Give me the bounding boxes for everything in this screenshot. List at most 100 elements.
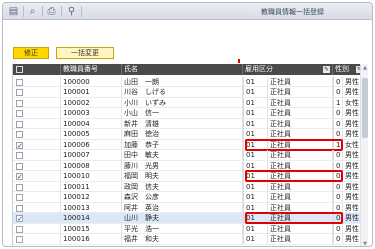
name-cell: 加藤 恭子 bbox=[122, 139, 243, 150]
sex-code-cell[interactable]: 0 bbox=[333, 160, 343, 171]
row-checkbox[interactable]: ✓ bbox=[16, 141, 23, 149]
row-check-cell bbox=[13, 108, 61, 118]
edit-button[interactable]: 修正 bbox=[13, 47, 49, 59]
table-row[interactable]: 100002 小川 いずみ 01 正社員 1 女性 bbox=[13, 97, 364, 108]
row-checkbox[interactable]: ✓ bbox=[16, 173, 23, 181]
sex-code-cell[interactable]: 0 bbox=[333, 129, 343, 139]
name-cell: 川谷 しげる bbox=[122, 87, 243, 97]
vertical-scrollbar[interactable]: ▲ ▼ bbox=[360, 64, 369, 246]
employment-code-cell[interactable]: 01 bbox=[243, 234, 268, 244]
header-check-cell bbox=[13, 64, 61, 75]
staff-no-cell: 100010 bbox=[61, 171, 122, 181]
staff-no-cell: 100000 bbox=[61, 76, 122, 87]
scroll-up-icon[interactable]: ▲ bbox=[361, 64, 369, 72]
scroll-thumb[interactable] bbox=[362, 78, 368, 138]
row-checkbox[interactable]: ✓ bbox=[16, 215, 23, 223]
row-checkbox[interactable] bbox=[16, 225, 23, 233]
name-cell: 麻田 徳治 bbox=[122, 129, 243, 139]
staff-no-cell: 100004 bbox=[61, 118, 122, 129]
table-row[interactable]: 100012 森沢 公彦 01 正社員 0 男性 bbox=[13, 192, 364, 203]
staff-no-cell: 100015 bbox=[61, 223, 122, 234]
staff-no-cell: 100014 bbox=[61, 213, 122, 223]
staff-no-cell: 100011 bbox=[61, 181, 122, 192]
row-checkbox[interactable] bbox=[16, 236, 23, 243]
row-checkbox[interactable] bbox=[16, 99, 23, 107]
position-marker bbox=[238, 59, 240, 63]
sex-code-cell[interactable]: 0 bbox=[333, 192, 343, 202]
name-cell: 森沢 公彦 bbox=[122, 192, 243, 202]
staff-no-cell: 100012 bbox=[61, 192, 122, 202]
table-row[interactable]: 100007 田中 敏夫 01 正社員 0 男性 bbox=[13, 150, 364, 161]
employment-code-cell[interactable]: 01 bbox=[243, 87, 268, 97]
table-row[interactable]: 100011 政岡 信夫 01 正社員 0 男性 bbox=[13, 181, 364, 192]
table-row[interactable]: 100005 麻田 徳治 01 正社員 0 男性 bbox=[13, 129, 364, 140]
row-checkbox[interactable] bbox=[16, 120, 23, 128]
employment-code-cell[interactable]: 01 bbox=[243, 118, 268, 129]
employment-code-cell[interactable]: 01 bbox=[243, 97, 268, 108]
header-employment[interactable]: 雇用区分 ✎ bbox=[243, 64, 333, 75]
employment-name-cell: 正社員 bbox=[268, 150, 333, 160]
row-check-cell bbox=[13, 202, 61, 213]
employment-name-cell: 正社員 bbox=[268, 192, 333, 202]
table-row[interactable]: 100003 小山 信一 01 正社員 0 男性 bbox=[13, 108, 364, 119]
table-row[interactable]: 100000 山田 一朗 01 正社員 0 男性 bbox=[13, 76, 364, 87]
table-row[interactable]: 100004 新井 清雄 01 正社員 0 男性 bbox=[13, 118, 364, 129]
row-checkbox[interactable] bbox=[16, 162, 23, 170]
sex-code-cell[interactable]: 0 bbox=[333, 202, 343, 213]
row-checkbox[interactable] bbox=[16, 183, 23, 191]
row-checkbox[interactable] bbox=[16, 194, 23, 201]
sex-code-cell[interactable]: 0 bbox=[333, 108, 343, 118]
document-list-icon[interactable]: ▤ bbox=[7, 5, 20, 18]
person-key-icon[interactable]: ⚲ bbox=[65, 5, 78, 18]
row-check-cell bbox=[13, 129, 61, 139]
sex-code-cell[interactable]: 0 bbox=[333, 76, 343, 87]
table-row[interactable]: 100015 平光 浩一 01 正社員 0 男性 bbox=[13, 223, 364, 234]
name-cell: 小山 信一 bbox=[122, 108, 243, 118]
name-cell: 田中 敏夫 bbox=[122, 150, 243, 160]
row-check-cell bbox=[13, 97, 61, 108]
row-check-cell bbox=[13, 234, 61, 244]
table-row[interactable]: 100016 福井 和夫 01 正社員 0 男性 bbox=[13, 234, 364, 245]
row-check-cell bbox=[13, 150, 61, 160]
name-cell: 福井 和夫 bbox=[122, 234, 243, 244]
sex-code-cell[interactable]: 0 bbox=[333, 150, 343, 160]
scroll-down-icon[interactable]: ▼ bbox=[361, 240, 369, 246]
row-check-cell bbox=[13, 181, 61, 192]
row-checkbox[interactable] bbox=[16, 78, 23, 86]
row-check-cell bbox=[13, 76, 61, 87]
pencil-icon[interactable]: ✎ bbox=[323, 66, 330, 73]
select-all-checkbox[interactable] bbox=[16, 66, 23, 73]
header-name[interactable]: 氏名 bbox=[122, 64, 243, 75]
header-staff-no[interactable]: 教職員番号 bbox=[61, 64, 122, 75]
sex-code-cell[interactable]: 0 bbox=[333, 223, 343, 234]
employment-code-cell[interactable]: 01 bbox=[243, 181, 268, 192]
toolbar-separator bbox=[42, 6, 43, 17]
row-checkbox[interactable] bbox=[16, 131, 23, 138]
employment-code-cell[interactable]: 01 bbox=[243, 108, 268, 118]
employment-code-cell[interactable]: 01 bbox=[243, 150, 268, 160]
sex-code-cell[interactable]: 0 bbox=[333, 118, 343, 129]
employment-code-cell[interactable]: 01 bbox=[243, 129, 268, 139]
row-check-cell: ✓ bbox=[13, 213, 61, 223]
employment-code-cell[interactable]: 01 bbox=[243, 160, 268, 171]
sex-code-cell[interactable]: 0 bbox=[333, 181, 343, 192]
row-checkbox[interactable] bbox=[16, 204, 23, 212]
employment-code-cell[interactable]: 01 bbox=[243, 192, 268, 202]
sex-code-cell[interactable]: 1 bbox=[333, 97, 343, 108]
sex-code-cell[interactable]: 0 bbox=[333, 234, 343, 244]
employment-name-cell: 正社員 bbox=[268, 118, 333, 129]
printer-icon[interactable]: ⎙ bbox=[45, 5, 58, 18]
magnifier-icon[interactable]: ⌕ bbox=[26, 5, 39, 18]
row-checkbox[interactable] bbox=[16, 110, 23, 117]
table-row[interactable]: 100001 川谷 しげる 01 正社員 0 男性 bbox=[13, 87, 364, 98]
employment-name-cell: 正社員 bbox=[268, 129, 333, 139]
employment-code-cell[interactable]: 01 bbox=[243, 76, 268, 87]
row-checkbox[interactable] bbox=[16, 152, 23, 159]
employment-code-cell[interactable]: 01 bbox=[243, 202, 268, 213]
employment-code-cell[interactable]: 01 bbox=[243, 223, 268, 234]
bulk-change-button[interactable]: 一括変更 bbox=[56, 47, 114, 59]
employment-name-cell: 正社員 bbox=[268, 87, 333, 97]
row-checkbox[interactable] bbox=[16, 89, 23, 96]
table-header: 教職員番号 氏名 雇用区分 ✎ 性別 ✎ bbox=[13, 64, 364, 75]
sex-code-cell[interactable]: 0 bbox=[333, 87, 343, 97]
